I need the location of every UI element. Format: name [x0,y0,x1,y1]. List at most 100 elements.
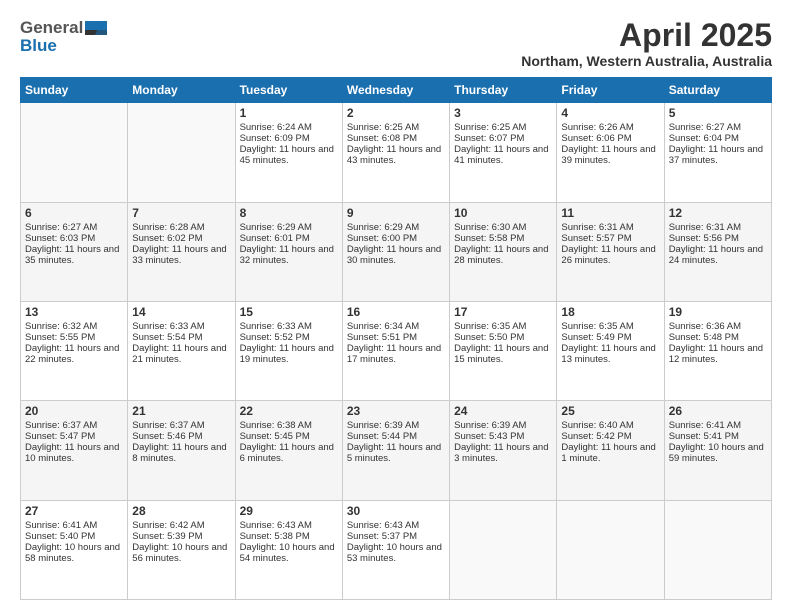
table-row: 21Sunrise: 6:37 AMSunset: 5:46 PMDayligh… [128,401,235,500]
sunrise-text: Sunrise: 6:27 AM [669,122,767,133]
location-subtitle: Northam, Western Australia, Australia [521,53,772,69]
daylight-text: Daylight: 11 hours and 43 minutes. [347,144,445,166]
sunrise-text: Sunrise: 6:35 AM [561,321,659,332]
day-number: 12 [669,206,767,220]
day-number: 15 [240,305,338,319]
title-area: April 2025 Northam, Western Australia, A… [521,18,772,69]
sunset-text: Sunset: 5:58 PM [454,233,552,244]
table-row [450,500,557,599]
daylight-text: Daylight: 11 hours and 5 minutes. [347,442,445,464]
table-row: 17Sunrise: 6:35 AMSunset: 5:50 PMDayligh… [450,301,557,400]
daylight-text: Daylight: 10 hours and 54 minutes. [240,542,338,564]
month-title: April 2025 [521,18,772,53]
table-row: 24Sunrise: 6:39 AMSunset: 5:43 PMDayligh… [450,401,557,500]
daylight-text: Daylight: 11 hours and 28 minutes. [454,244,552,266]
daylight-text: Daylight: 11 hours and 12 minutes. [669,343,767,365]
daylight-text: Daylight: 11 hours and 39 minutes. [561,144,659,166]
day-number: 2 [347,106,445,120]
col-monday: Monday [128,78,235,103]
sunset-text: Sunset: 5:38 PM [240,531,338,542]
col-sunday: Sunday [21,78,128,103]
sunrise-text: Sunrise: 6:24 AM [240,122,338,133]
sunset-text: Sunset: 5:52 PM [240,332,338,343]
sunrise-text: Sunrise: 6:43 AM [240,520,338,531]
daylight-text: Daylight: 11 hours and 24 minutes. [669,244,767,266]
table-row: 15 Sunrise: 6:33 AMSunset: 5:52 PMDayligh… [235,301,342,400]
day-number: 7 [132,206,230,220]
sunrise-text: Sunrise: 6:37 AM [132,420,230,431]
day-number: 3 [454,106,552,120]
sunset-text: Sunset: 5:44 PM [347,431,445,442]
daylight-text: Daylight: 11 hours and 19 minutes. [240,343,338,365]
sunset-text: Sunset: 6:04 PM [669,133,767,144]
day-number: 8 [240,206,338,220]
table-row: 26Sunrise: 6:41 AMSunset: 5:41 PMDayligh… [664,401,771,500]
table-row: 5Sunrise: 6:27 AMSunset: 6:04 PMDaylight… [664,103,771,202]
sunset-text: Sunset: 5:54 PM [132,332,230,343]
table-row [21,103,128,202]
logo-general: General [20,18,83,38]
daylight-text: Daylight: 11 hours and 26 minutes. [561,244,659,266]
table-row: 7Sunrise: 6:28 AMSunset: 6:02 PMDaylight… [128,202,235,301]
table-row: 25Sunrise: 6:40 AMSunset: 5:42 PMDayligh… [557,401,664,500]
day-number: 14 [132,305,230,319]
sunset-text: Sunset: 5:50 PM [454,332,552,343]
sunrise-text: Sunrise: 6:34 AM [347,321,445,332]
daylight-text: Daylight: 11 hours and 33 minutes. [132,244,230,266]
day-number: 16 [347,305,445,319]
table-row: 12 Sunrise: 6:31 AMSunset: 5:56 PMDayligh… [664,202,771,301]
sunset-text: Sunset: 5:37 PM [347,531,445,542]
day-number: 24 [454,404,552,418]
calendar-row: 6Sunrise: 6:27 AMSunset: 6:03 PMDaylight… [21,202,772,301]
table-row: 14Sunrise: 6:33 AMSunset: 5:54 PMDayligh… [128,301,235,400]
sunrise-text: Sunrise: 6:35 AM [454,321,552,332]
sunset-text: Sunset: 5:56 PM [669,233,767,244]
daylight-text: Daylight: 11 hours and 6 minutes. [240,442,338,464]
day-number: 13 [25,305,123,319]
table-row: 11Sunrise: 6:31 AMSunset: 5:57 PMDayligh… [557,202,664,301]
sunrise-text: Sunrise: 6:32 AM [25,321,123,332]
col-tuesday: Tuesday [235,78,342,103]
daylight-text: Daylight: 11 hours and 10 minutes. [25,442,123,464]
daylight-text: Daylight: 10 hours and 59 minutes. [669,442,767,464]
day-number: 23 [347,404,445,418]
table-row: 4Sunrise: 6:26 AMSunset: 6:06 PMDaylight… [557,103,664,202]
day-number: 1 [240,106,338,120]
daylight-text: Daylight: 11 hours and 21 minutes. [132,343,230,365]
table-row: 27Sunrise: 6:41 AMSunset: 5:40 PMDayligh… [21,500,128,599]
table-row: 30Sunrise: 6:43 AMSunset: 5:37 PMDayligh… [342,500,449,599]
daylight-text: Daylight: 11 hours and 32 minutes. [240,244,338,266]
logo-flag-icon [85,21,107,35]
table-row [557,500,664,599]
table-row: 9Sunrise: 6:29 AMSunset: 6:00 PMDaylight… [342,202,449,301]
table-row [128,103,235,202]
table-row: 29 Sunrise: 6:43 AMSunset: 5:38 PMDayligh… [235,500,342,599]
day-number: 4 [561,106,659,120]
sunrise-text: Sunrise: 6:36 AM [669,321,767,332]
sunrise-text: Sunrise: 6:28 AM [132,222,230,233]
sunset-text: Sunset: 5:43 PM [454,431,552,442]
sunrise-text: Sunrise: 6:33 AM [240,321,338,332]
sunrise-text: Sunrise: 6:26 AM [561,122,659,133]
day-number: 18 [561,305,659,319]
day-number: 29 [240,504,338,518]
sunrise-text: Sunrise: 6:39 AM [454,420,552,431]
daylight-text: Daylight: 11 hours and 30 minutes. [347,244,445,266]
sunrise-text: Sunrise: 6:31 AM [669,222,767,233]
table-row: 28Sunrise: 6:42 AMSunset: 5:39 PMDayligh… [128,500,235,599]
daylight-text: Daylight: 11 hours and 1 minute. [561,442,659,464]
daylight-text: Daylight: 10 hours and 53 minutes. [347,542,445,564]
sunset-text: Sunset: 5:45 PM [240,431,338,442]
table-row: 16Sunrise: 6:34 AMSunset: 5:51 PMDayligh… [342,301,449,400]
sunset-text: Sunset: 5:48 PM [669,332,767,343]
table-row: 8Sunrise: 6:29 AMSunset: 6:01 PMDaylight… [235,202,342,301]
sunrise-text: Sunrise: 6:25 AM [454,122,552,133]
sunset-text: Sunset: 5:46 PM [132,431,230,442]
day-number: 19 [669,305,767,319]
table-row: 13Sunrise: 6:32 AMSunset: 5:55 PMDayligh… [21,301,128,400]
col-saturday: Saturday [664,78,771,103]
daylight-text: Daylight: 11 hours and 45 minutes. [240,144,338,166]
table-row: 1Sunrise: 6:24 AMSunset: 6:09 PMDaylight… [235,103,342,202]
daylight-text: Daylight: 11 hours and 37 minutes. [669,144,767,166]
sunset-text: Sunset: 5:41 PM [669,431,767,442]
